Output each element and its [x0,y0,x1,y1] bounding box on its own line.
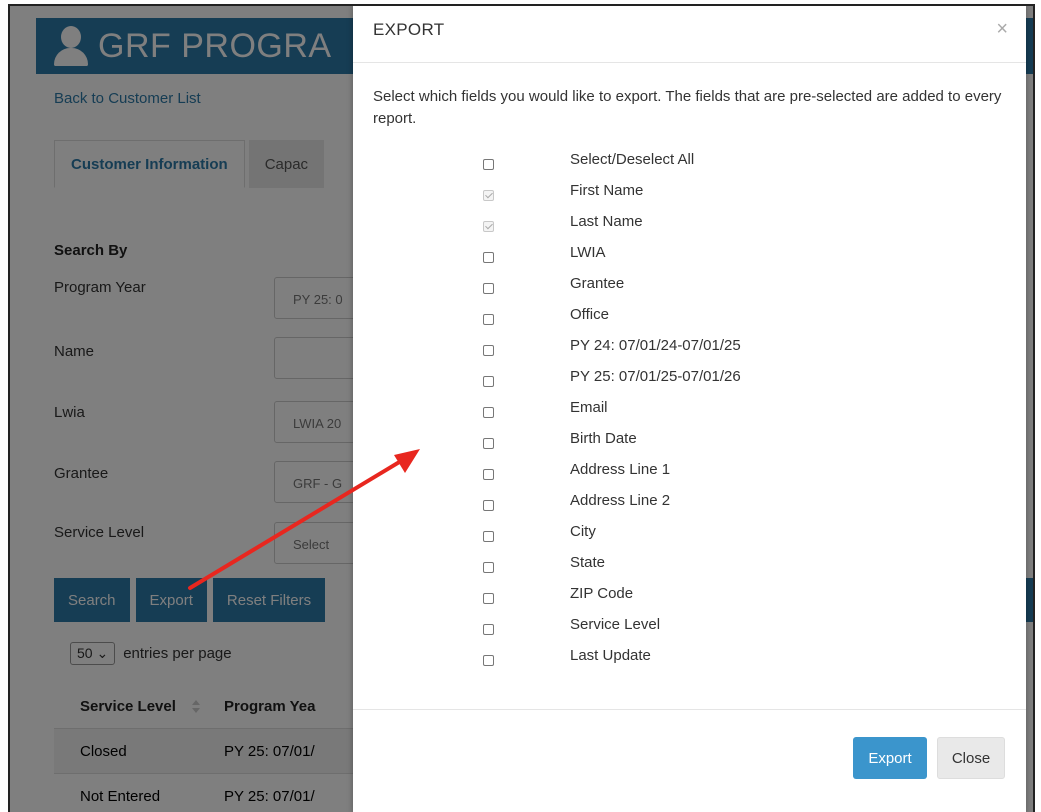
field-label: PY 24: 07/01/24-07/01/25 [570,337,741,354]
export-field-row[interactable]: Last Update [483,647,741,678]
field-checkbox[interactable] [483,593,494,604]
export-field-row[interactable]: Service Level [483,616,741,647]
field-checkbox[interactable] [483,407,494,418]
export-field-row[interactable]: Last Name [483,213,741,244]
field-label: City [570,523,596,540]
field-checkbox[interactable] [483,562,494,573]
select-all-checkbox[interactable] [483,159,494,170]
export-field-row[interactable]: Select/Deselect All [483,151,741,182]
field-checkbox[interactable] [483,345,494,356]
export-field-row[interactable]: PY 25: 07/01/25-07/01/26 [483,368,741,399]
export-description: Select which fields you would like to ex… [373,88,1002,127]
export-field-row[interactable]: Address Line 2 [483,492,741,523]
field-checkbox[interactable] [483,283,494,294]
field-checkbox[interactable] [483,500,494,511]
field-checkbox[interactable] [483,624,494,635]
field-checkbox[interactable] [483,438,494,449]
field-checkbox[interactable] [483,469,494,480]
export-field-row[interactable]: City [483,523,741,554]
field-checkbox[interactable] [483,655,494,666]
export-field-row[interactable]: PY 24: 07/01/24-07/01/25 [483,337,741,368]
field-checkbox[interactable] [483,531,494,542]
export-field-list: Select/Deselect All First Name Last Name LW… [483,151,741,678]
close-icon[interactable]: × [996,18,1008,41]
export-field-row[interactable]: Office [483,306,741,337]
field-label: Office [570,306,609,323]
field-checkbox [483,221,494,232]
field-label: Address Line 1 [570,461,671,478]
field-label: PY 25: 07/01/25-07/01/26 [570,368,741,385]
field-label: Address Line 2 [570,492,671,509]
field-label: Birth Date [570,430,637,447]
export-modal: EXPORT × Select which fields you would l… [353,6,1026,812]
export-field-row[interactable]: ZIP Code [483,585,741,616]
field-label: Grantee [570,275,625,292]
close-button[interactable]: Close [937,737,1005,779]
field-label: Select/Deselect All [570,151,695,168]
export-field-row[interactable]: Birth Date [483,430,741,461]
field-label: Service Level [570,616,661,633]
field-label: Last Update [570,647,651,664]
field-label: Last Name [570,213,643,230]
field-label: LWIA [570,244,606,261]
field-checkbox[interactable] [483,376,494,387]
field-checkbox[interactable] [483,314,494,325]
field-label: First Name [570,182,644,199]
export-field-row[interactable]: First Name [483,182,741,213]
modal-title: EXPORT [373,20,445,39]
export-field-row[interactable]: LWIA [483,244,741,275]
browser-frame: GRF PROGRA Back to Customer List Custome… [8,4,1035,812]
modal-header: EXPORT × [353,6,1026,63]
field-checkbox [483,190,494,201]
export-field-row[interactable]: Address Line 1 [483,461,741,492]
export-field-row[interactable]: Email [483,399,741,430]
modal-footer: Export Close [353,709,1026,812]
export-field-row[interactable]: Grantee [483,275,741,306]
field-label: State [570,554,606,571]
export-field-row[interactable]: State [483,554,741,585]
field-label: ZIP Code [570,585,634,602]
export-button[interactable]: Export [853,737,927,779]
field-checkbox[interactable] [483,252,494,263]
field-label: Email [570,399,608,416]
